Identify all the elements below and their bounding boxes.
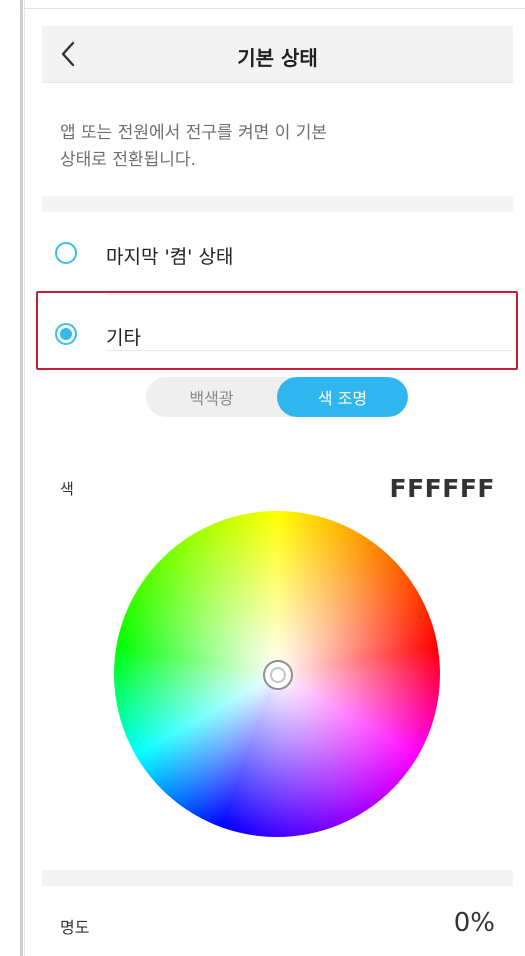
option-label: 마지막 '켬' 상태	[106, 246, 234, 268]
page-title: 기본 상태	[237, 46, 318, 70]
brightness-value: 0%	[453, 908, 495, 938]
divider	[106, 294, 513, 295]
header-bar: 기본 상태	[42, 26, 513, 83]
color-hex-value: FFFFFF	[389, 474, 495, 503]
section-divider-band	[42, 870, 513, 886]
option-last-on-state[interactable]: 마지막 '켬' 상태	[42, 226, 513, 286]
frame-border-top	[22, 8, 525, 9]
frame-border-left-inner	[24, 0, 25, 956]
light-mode-toggle: 백색광 색 조명	[146, 377, 408, 417]
option-label: 기타	[106, 327, 141, 349]
radio-unchecked-icon[interactable]	[55, 242, 77, 264]
divider	[106, 350, 513, 351]
frame-border-left	[20, 0, 23, 956]
description-text: 앱 또는 전원에서 전구를 켜면 이 기본 상태로 전환됩니다.	[60, 123, 328, 170]
option-other[interactable]: 기타	[42, 307, 513, 367]
section-divider-band	[42, 196, 513, 212]
radio-checked-icon[interactable]	[55, 323, 77, 345]
tab-white-light[interactable]: 백색광	[146, 377, 277, 417]
brightness-label: 명도	[60, 918, 90, 937]
color-picker-handle[interactable]	[263, 660, 293, 690]
color-label: 색	[60, 480, 74, 498]
tab-color-light[interactable]: 색 조명	[277, 377, 408, 417]
